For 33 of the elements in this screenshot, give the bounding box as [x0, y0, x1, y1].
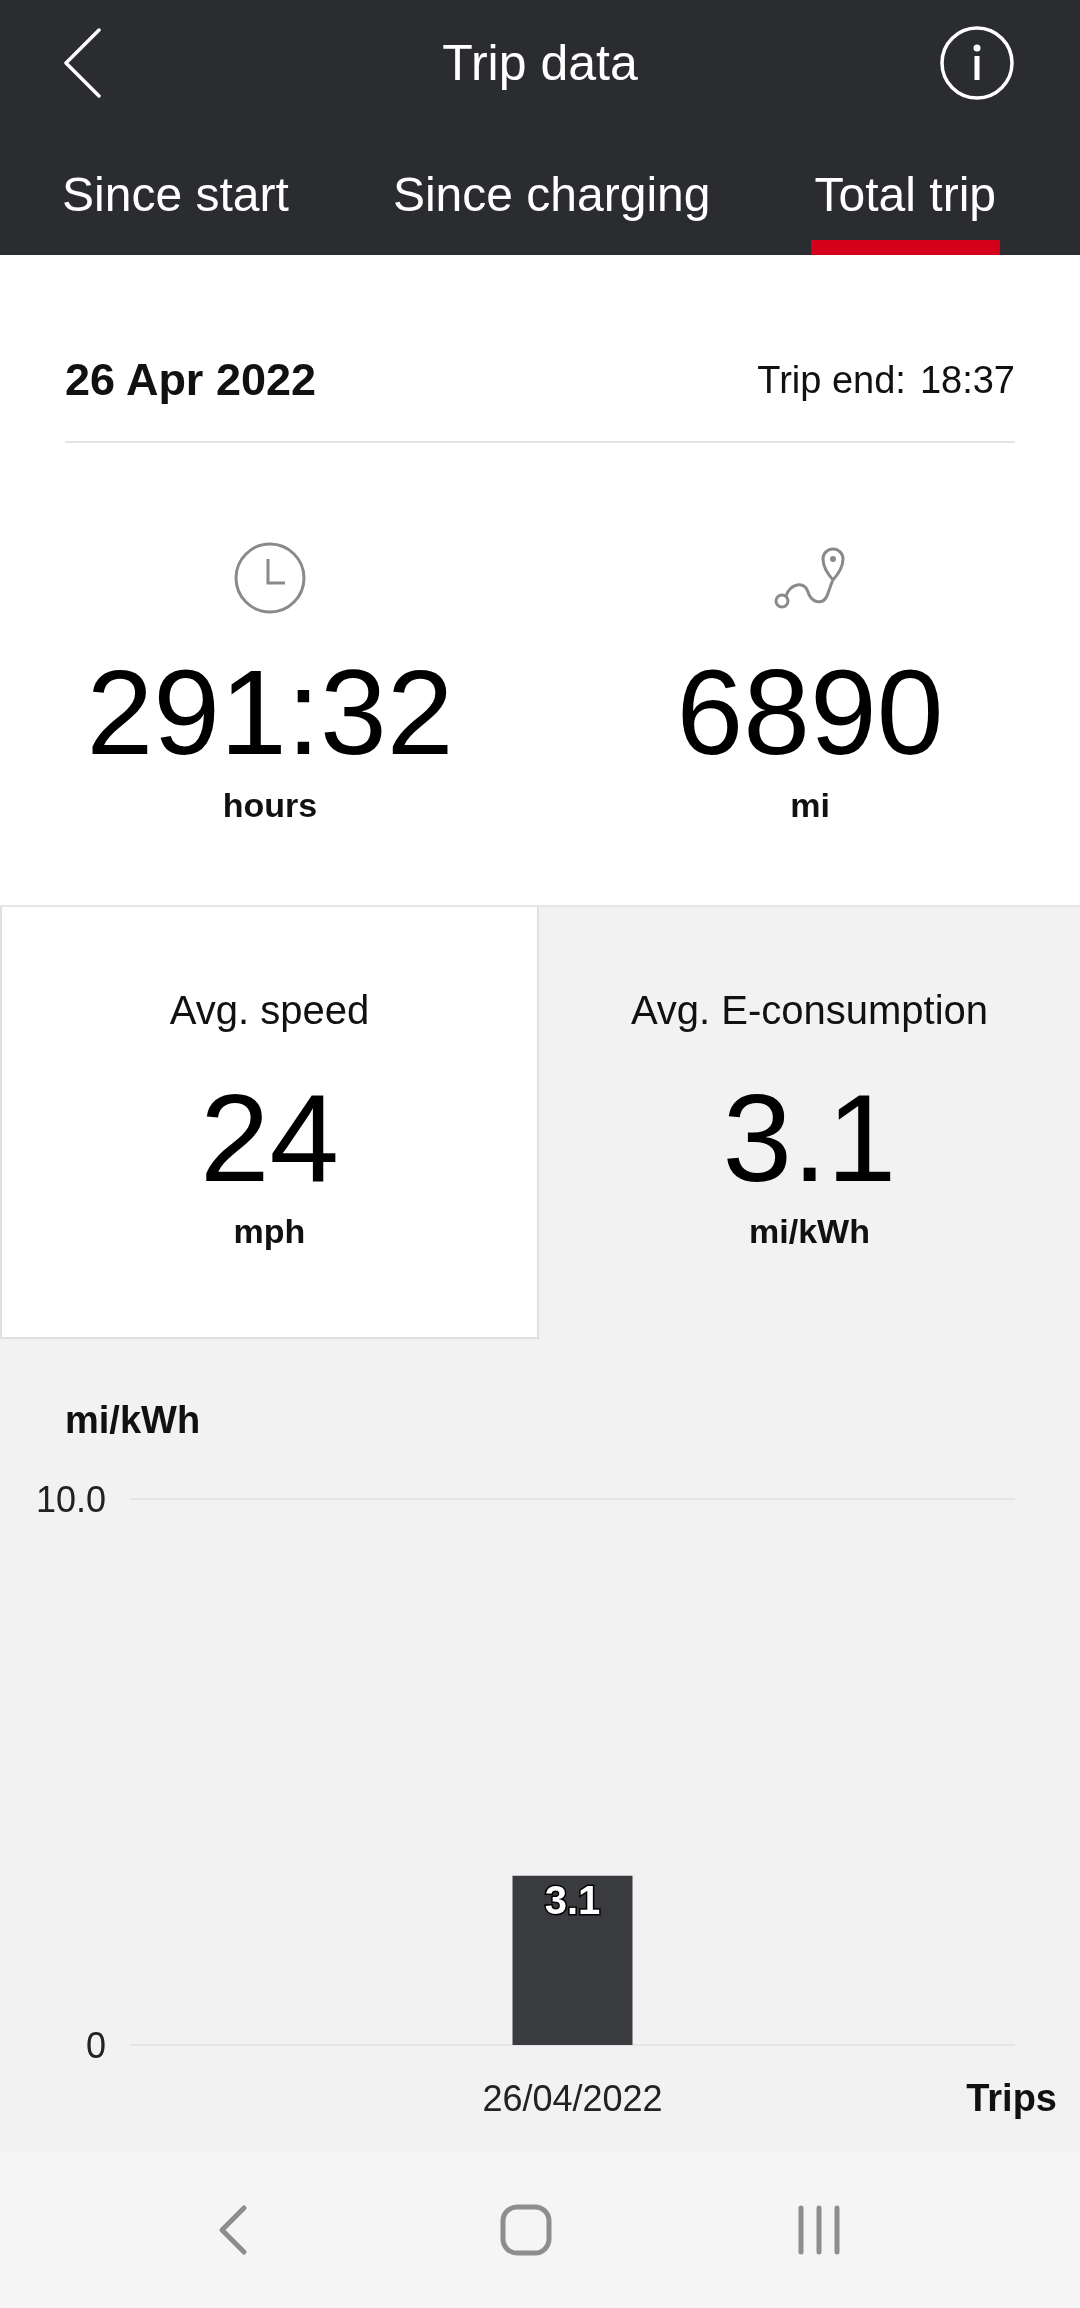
x-axis-title: Trips [966, 2077, 1057, 2119]
y-axis-title: mi/kWh [65, 1398, 201, 1442]
rounded-square-icon [499, 2203, 552, 2256]
clock-icon [234, 542, 306, 614]
home-button[interactable] [499, 2203, 552, 2256]
x-category-label: 26/04/2022 [482, 2077, 663, 2119]
trip-date: 26 Apr 2022 [65, 353, 316, 407]
back-button[interactable] [62, 27, 102, 98]
average-label: Avg. speed [169, 987, 370, 1034]
tab[interactable]: Since charging [388, 125, 715, 255]
average-unit: mi/kWh [749, 1211, 870, 1251]
average-tile[interactable]: Avg. speed 24 mph [0, 907, 539, 1339]
screen-title: Trip data [442, 33, 638, 93]
total-value: 6890 [676, 647, 944, 777]
y-tick-label: 0 [85, 2024, 106, 2066]
info-button[interactable] [940, 25, 1014, 100]
tab[interactable]: Since start [58, 125, 293, 255]
bar-value-label: 3.1 [544, 1877, 601, 1922]
route-pin-icon [774, 546, 846, 610]
trip-end-label: Trip end: [757, 358, 906, 403]
y-tick-label: 10.0 [35, 1478, 106, 1520]
total-unit: mi [790, 785, 830, 825]
nav-back-button[interactable] [217, 2203, 248, 2256]
total-value: 291:32 [86, 647, 454, 777]
info-icon [940, 25, 1014, 100]
chevron-left-icon [62, 27, 102, 98]
average-value: 3.1 [722, 1073, 897, 1203]
chevron-left-icon [217, 2203, 248, 2256]
trip-end-time: 18:37 [919, 358, 1015, 403]
average-unit: mph [233, 1211, 306, 1251]
average-value: 24 [199, 1073, 339, 1203]
total-unit: hours [222, 785, 318, 825]
average-label: Avg. E-consumption [630, 987, 989, 1034]
